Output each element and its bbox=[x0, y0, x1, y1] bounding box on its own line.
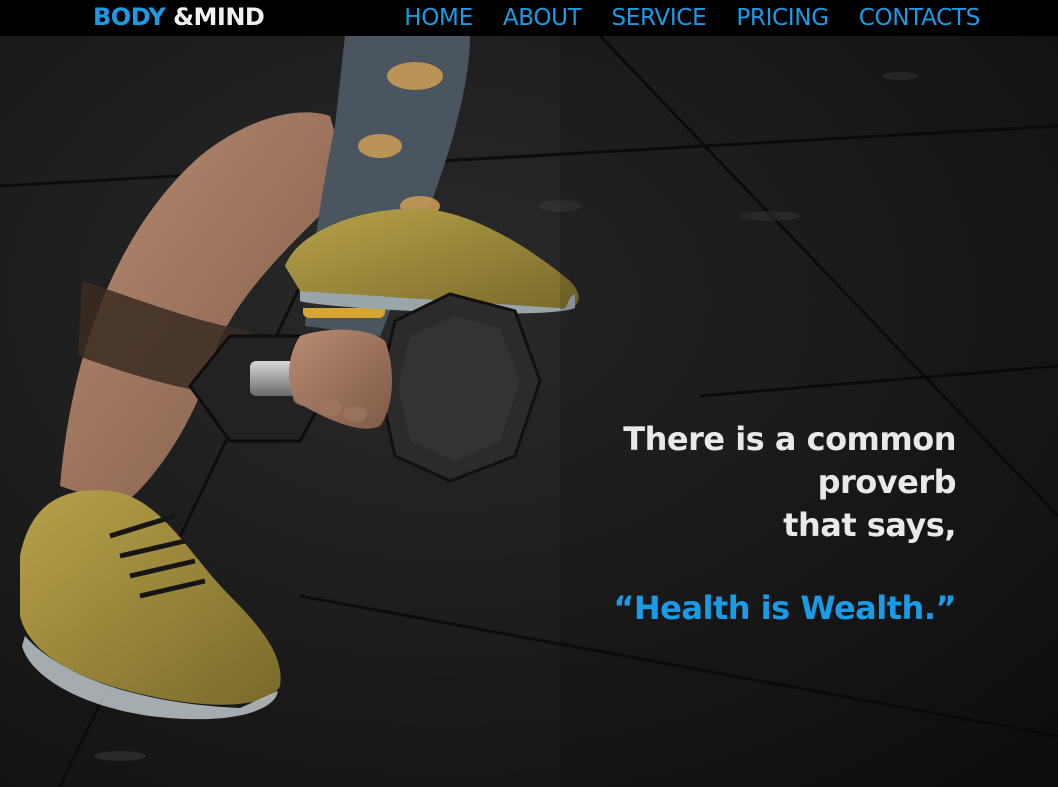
quote-line-1: There is a common bbox=[623, 420, 956, 458]
hero-quote: There is a common proverb that says, “He… bbox=[436, 418, 956, 630]
nav-link-service[interactable]: SERVICE bbox=[611, 3, 706, 33]
quote-line-2: proverb bbox=[817, 463, 957, 501]
brand-logo-part-body: BODY bbox=[93, 3, 166, 31]
hero-background-image bbox=[0, 36, 1058, 787]
brand-logo[interactable]: BODY &MIND bbox=[93, 2, 265, 32]
nav-link-pricing[interactable]: PRICING bbox=[736, 3, 829, 33]
brand-logo-part-mind: &MIND bbox=[165, 3, 265, 31]
quote-highlight: “Health is Wealth.” bbox=[613, 589, 956, 627]
top-navigation-bar: BODY &MIND HOME ABOUT SERVICE PRICING CO… bbox=[0, 0, 1058, 36]
hero-section: There is a common proverb that says, “He… bbox=[0, 36, 1058, 787]
nav-link-contacts[interactable]: CONTACTS bbox=[859, 3, 981, 33]
main-nav: HOME ABOUT SERVICE PRICING CONTACTS bbox=[404, 3, 980, 33]
nav-link-about[interactable]: ABOUT bbox=[503, 3, 582, 33]
quote-line-3: that says, bbox=[783, 506, 956, 544]
nav-link-home[interactable]: HOME bbox=[404, 3, 473, 33]
